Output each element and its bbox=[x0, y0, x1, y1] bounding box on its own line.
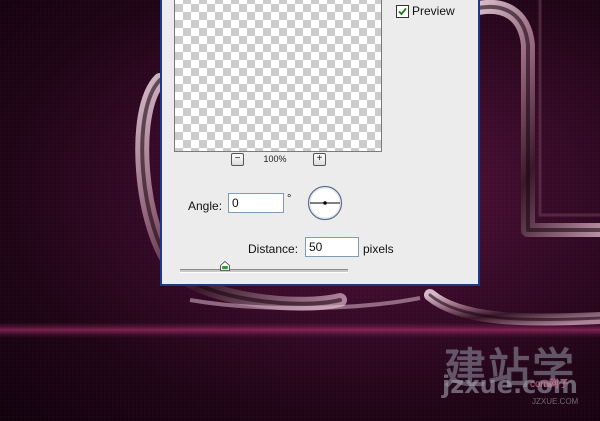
zoom-level: 100% bbox=[263, 154, 287, 164]
zoom-out-button[interactable]: − bbox=[231, 153, 244, 166]
watermark-domain: com网子 bbox=[530, 379, 569, 390]
distance-unit: pixels bbox=[363, 242, 394, 256]
preview-label: Preview bbox=[412, 4, 455, 18]
angle-input[interactable] bbox=[228, 193, 284, 213]
angle-dial-icon[interactable] bbox=[307, 185, 343, 221]
checkmark-icon bbox=[398, 7, 407, 15]
distance-input[interactable] bbox=[305, 237, 359, 257]
angle-label: Angle: bbox=[188, 199, 223, 213]
degree-sign: ° bbox=[287, 193, 292, 205]
distance-label: Distance: bbox=[248, 242, 299, 256]
plus-icon: + bbox=[316, 153, 323, 164]
minus-icon: − bbox=[234, 153, 241, 164]
preview-checkbox[interactable] bbox=[396, 4, 409, 18]
distance-slider-track[interactable] bbox=[180, 269, 348, 273]
preview-pane[interactable] bbox=[174, 0, 382, 152]
zoom-in-button[interactable]: + bbox=[313, 153, 326, 166]
watermark-sub: JZXUE.COM bbox=[532, 397, 579, 406]
watermark: 建站学 jzxue.com com网子 JZXUE.COM bbox=[440, 335, 590, 415]
preview-checkbox-row[interactable]: Preview bbox=[396, 4, 455, 18]
motion-blur-dialog: − 100% + Preview Angle: ° Distance: pixe… bbox=[160, 0, 480, 286]
slider-thumb-icon[interactable] bbox=[220, 261, 231, 271]
